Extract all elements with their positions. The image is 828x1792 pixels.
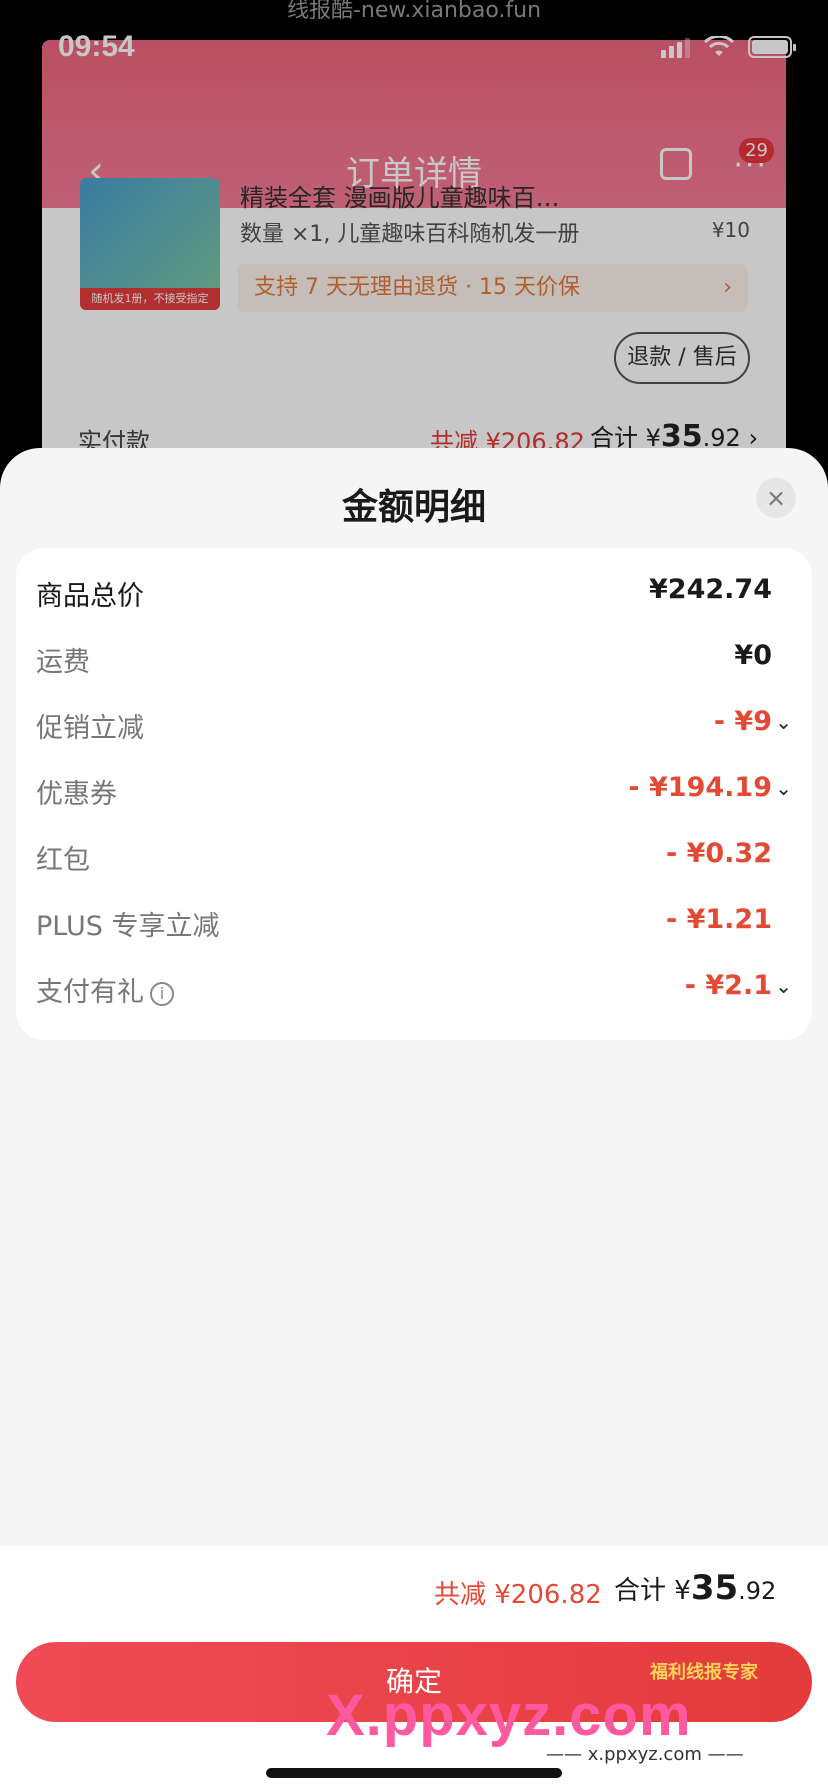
- row-label-wrap: 支付有礼 i: [36, 970, 174, 1009]
- row-value: - ¥9: [713, 706, 772, 737]
- close-icon[interactable]: ×: [756, 478, 796, 518]
- footer-total: 合计 ¥35.92: [614, 1568, 776, 1608]
- row-label: 支付有礼: [36, 977, 144, 1008]
- row-promotion[interactable]: 促销立减 - ¥9 ⌄: [16, 690, 812, 756]
- row-label: 促销立减: [36, 713, 144, 744]
- chevron-down-icon[interactable]: ⌄: [775, 974, 792, 998]
- row-red-packet: 红包 - ¥0.32: [16, 822, 812, 888]
- row-plus-discount: PLUS 专享立减 - ¥1.21: [16, 888, 812, 954]
- row-label: 运费: [36, 647, 90, 678]
- row-value: ¥0: [734, 640, 772, 671]
- amount-breakdown-card: 商品总价 ¥242.74 运费 ¥0 促销立减 - ¥9 ⌄ 优惠券 - ¥19…: [16, 548, 812, 1040]
- row-coupon[interactable]: 优惠券 - ¥194.19 ⌄: [16, 756, 812, 822]
- row-goods-total: 商品总价 ¥242.74: [16, 558, 812, 624]
- row-label: 优惠券: [36, 779, 117, 810]
- watermark-logo: X.ppxyz.com: [326, 1683, 692, 1748]
- footer-total-reduce: 共减 ¥206.82: [434, 1580, 602, 1610]
- row-value: - ¥1.21: [665, 904, 772, 935]
- watermark-badge: 福利线报专家: [650, 1662, 758, 1683]
- watermark-url: —— x.ppxyz.com ——: [546, 1744, 744, 1765]
- info-icon[interactable]: i: [150, 981, 174, 1006]
- modal-dim-overlay[interactable]: [0, 0, 828, 480]
- background-order-page: 线报酷-new.xianbao.fun 09:54 ‹ 订单详情 ··· 29 …: [0, 0, 828, 480]
- row-shipping: 运费 ¥0: [16, 624, 812, 690]
- footer-total-dec: .92: [738, 1577, 777, 1605]
- row-label: 商品总价: [36, 581, 144, 612]
- row-value: - ¥0.32: [665, 838, 772, 869]
- chevron-down-icon[interactable]: ⌄: [775, 710, 792, 734]
- row-label: 红包: [36, 845, 90, 876]
- row-value: ¥242.74: [649, 574, 772, 605]
- row-label: PLUS 专享立减: [36, 911, 220, 942]
- row-value: - ¥194.19: [628, 772, 772, 803]
- chevron-down-icon[interactable]: ⌄: [775, 776, 792, 800]
- bottom-action-area: 确定 福利线报专家 X.ppxyz.com —— x.ppxyz.com ——: [0, 1634, 828, 1792]
- row-payment-gift[interactable]: 支付有礼 i - ¥2.1 ⌄: [16, 954, 812, 1020]
- sheet-title: 金额明细: [341, 487, 486, 528]
- footer-total-prefix: 合计 ¥: [614, 1576, 691, 1606]
- home-indicator[interactable]: [266, 1768, 562, 1778]
- footer-total-int: 35: [690, 1568, 739, 1608]
- row-value: - ¥2.1: [684, 970, 772, 1001]
- summary-footer: 共减 ¥206.82 合计 ¥35.92: [0, 1546, 828, 1634]
